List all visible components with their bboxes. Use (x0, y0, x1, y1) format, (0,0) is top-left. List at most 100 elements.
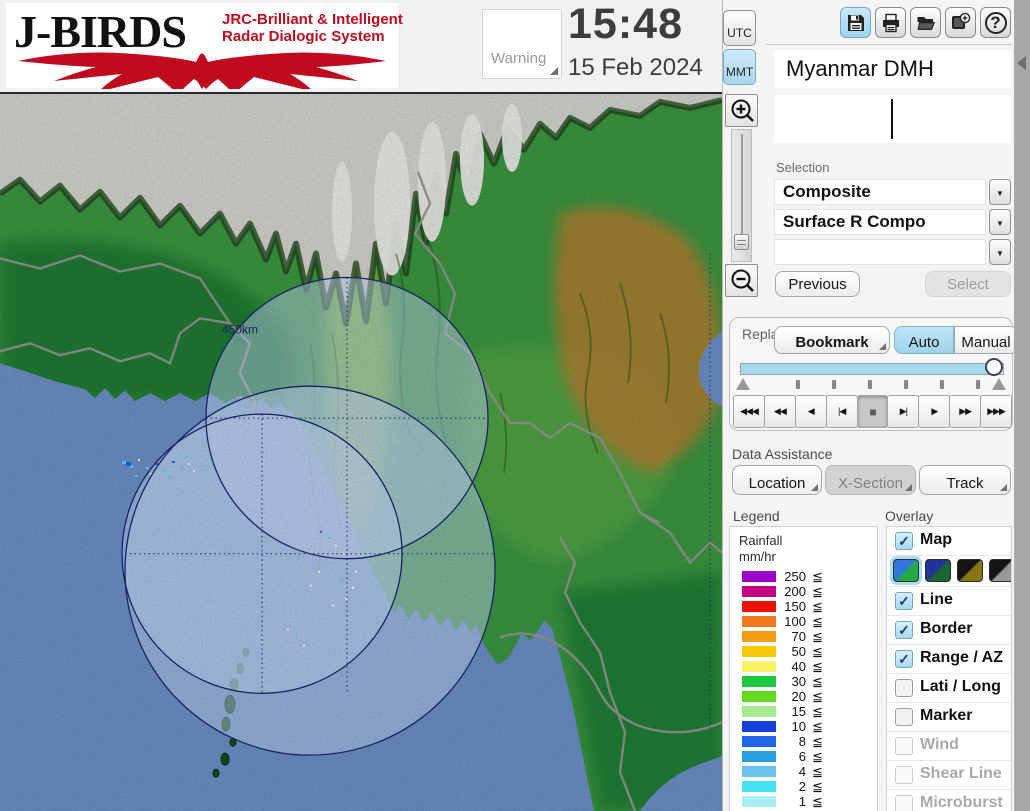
bookmark-label: Bookmark (795, 333, 869, 351)
chevron-down-icon[interactable]: ▼ (989, 209, 1011, 235)
playback-controls: ◀◀◀ ◀◀ ◀ |◀ ■ ▶| ▶ ▶▶ ▶▶▶ (733, 395, 1013, 428)
zoom-slider-handle[interactable] (734, 234, 749, 250)
product-category-value[interactable]: Composite (774, 179, 986, 205)
line-checkbox[interactable]: ✓ (895, 592, 913, 610)
print-icon (882, 13, 899, 32)
location-button[interactable]: Location (732, 465, 822, 495)
legend-value: 70 (791, 629, 806, 644)
radar-map[interactable]: 450km (0, 92, 722, 811)
auto-mode-button[interactable]: Auto (894, 326, 954, 354)
overlay-item-line: ✓ Line (887, 587, 1011, 616)
overlay-item-border: ✓ Border (887, 616, 1011, 645)
track-button[interactable]: Track (919, 465, 1011, 495)
timeline-tick (976, 380, 980, 389)
utc-toggle-button[interactable]: UTC (723, 10, 756, 46)
organization-name: Myanmar DMH (786, 56, 934, 81)
legend-row: 70 ≦ (730, 629, 877, 644)
product-type-value[interactable]: Surface R Compo (774, 209, 986, 235)
fastest-forward-button[interactable]: ▶▶▶ (980, 395, 1013, 428)
step-back-button[interactable]: |◀ (825, 395, 858, 428)
legend-row: 100 ≦ (730, 614, 877, 629)
collapse-panel-icon[interactable] (1017, 56, 1026, 70)
step-forward-button[interactable]: ▶| (887, 395, 920, 428)
overlay-label: Overlay (885, 508, 934, 524)
fastest-rewind-button[interactable]: ◀◀◀ (733, 395, 765, 428)
app-logo: J-BIRDS JRC-Brilliant & Intelligent Rada… (6, 3, 403, 89)
help-button[interactable]: ? (980, 7, 1011, 38)
replay-slider-handle[interactable] (985, 358, 1003, 376)
product-option-dropdown[interactable]: ▼ (774, 239, 1011, 265)
legend-value: 100 (784, 614, 806, 629)
map-style-dark-swatch[interactable] (925, 559, 951, 582)
add-image-icon (952, 12, 971, 29)
fast-rewind-button[interactable]: ◀◀ (763, 395, 796, 428)
legend-value: 250 (784, 569, 806, 584)
legend-value: 150 (784, 599, 806, 614)
zoom-in-icon (731, 99, 754, 122)
add-image-button[interactable] (945, 7, 976, 38)
legend-comparator: ≦ (812, 599, 823, 614)
clock-time: 15:48 (568, 0, 683, 48)
manual-mode-button[interactable]: Manual (954, 326, 1018, 354)
zoom-slider-track[interactable] (731, 129, 752, 262)
panel-separator (766, 44, 1013, 45)
overlay-item-label: Range / AZ (920, 649, 1003, 666)
product-option-value[interactable] (774, 239, 986, 265)
legend-color-swatch (742, 601, 776, 612)
warning-button[interactable]: Warning (482, 9, 562, 79)
map-style-gray-swatch[interactable] (989, 559, 1011, 582)
map-style-olive-swatch[interactable] (957, 559, 983, 582)
product-type-dropdown[interactable]: Surface R Compo ▼ (774, 209, 1011, 235)
zoom-in-button[interactable] (725, 94, 758, 127)
zoom-out-button[interactable] (725, 264, 758, 297)
overlay-item-label: Border (920, 620, 973, 637)
legend-color-swatch (742, 676, 776, 687)
save-button[interactable] (840, 7, 871, 38)
logo-subtitle: JRC-Brilliant & Intelligent Radar Dialog… (222, 11, 403, 45)
print-button[interactable] (875, 7, 906, 38)
legend-value: 1 (798, 794, 806, 809)
legend-comparator: ≦ (812, 569, 823, 584)
legend-value: 30 (791, 674, 806, 689)
lati-long-checkbox[interactable] (895, 679, 913, 697)
chevron-down-icon[interactable]: ▼ (989, 179, 1011, 205)
replay-panel: Replay Bookmark Auto Manual ◀◀◀ ◀◀ ◀ |◀ ■ ▶| ▶… (729, 317, 1018, 431)
marker-checkbox[interactable] (895, 708, 913, 726)
map-style-color-swatch[interactable] (893, 559, 919, 582)
previous-button[interactable]: Previous (775, 271, 860, 297)
replay-progress-track[interactable] (740, 363, 1004, 375)
shear-line-checkbox (895, 766, 913, 784)
legend-row: 200 ≦ (730, 584, 877, 599)
range-az-checkbox[interactable]: ✓ (895, 650, 913, 668)
legend-value: 10 (791, 719, 806, 734)
legend-color-swatch (742, 706, 776, 717)
station-display-box[interactable] (774, 95, 1011, 143)
track-label: Track (946, 474, 984, 492)
timeline-tick (904, 380, 908, 389)
border-checkbox[interactable]: ✓ (895, 621, 913, 639)
chevron-down-icon[interactable]: ▼ (989, 239, 1011, 265)
selection-label: Selection (776, 160, 830, 175)
product-category-dropdown[interactable]: Composite ▼ (774, 179, 1011, 205)
fast-forward-button[interactable]: ▶▶ (949, 395, 982, 428)
legend-row: 250 ≦ (730, 569, 877, 584)
overlay-item-shear-line: Shear Line (887, 761, 1011, 790)
legend-color-swatch (742, 736, 776, 747)
map-checkbox[interactable]: ✓ (895, 532, 913, 550)
organization-box: Myanmar DMH (774, 50, 1011, 88)
legend-value: 20 (791, 689, 806, 704)
open-folder-button[interactable] (910, 7, 941, 38)
play-reverse-button[interactable]: ◀ (794, 395, 827, 428)
bookmark-button[interactable]: Bookmark (774, 326, 890, 354)
overlay-options: ✓ Map ✓ Line ✓ Border ✓ Range / AZ Lati / Long Ma… (886, 526, 1012, 811)
panel-edge-strip[interactable] (1014, 0, 1030, 811)
save-icon (847, 14, 864, 31)
stop-button[interactable]: ■ (856, 395, 889, 428)
play-button[interactable]: ▶ (918, 395, 951, 428)
range-start-marker[interactable] (736, 378, 750, 390)
legend-color-swatch (742, 586, 776, 597)
zoom-out-icon (731, 269, 754, 292)
mmt-toggle-button[interactable]: MMT (723, 49, 756, 85)
range-end-marker[interactable] (992, 378, 1006, 390)
legend-comparator: ≦ (812, 719, 823, 734)
